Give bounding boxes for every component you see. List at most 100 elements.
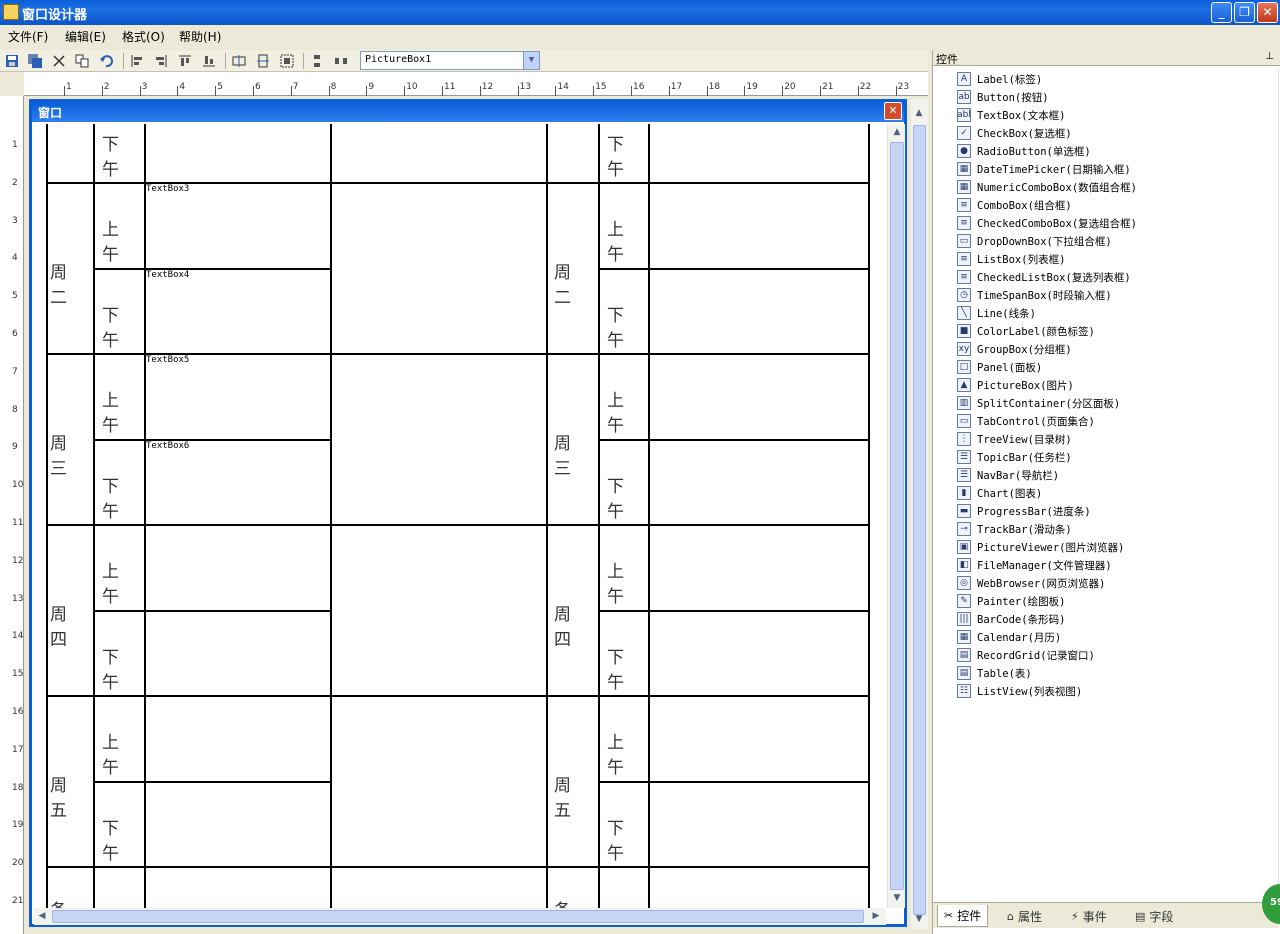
control-item[interactable]: ▦ DateTimePicker(日期输入框) <box>957 160 1131 178</box>
form-close-icon[interactable]: ✕ <box>884 102 902 120</box>
vertical-space-icon[interactable] <box>308 52 326 70</box>
control-item[interactable]: ✓ CheckBox(复选框) <box>957 124 1072 142</box>
control-item[interactable]: ||| BarCode(条形码) <box>957 610 1065 628</box>
scroll-up-icon[interactable]: ▲ <box>889 124 905 140</box>
tab-properties[interactable]: ⌂ 属性 <box>1001 905 1048 927</box>
table-gridline <box>46 866 870 868</box>
scroll-down-icon[interactable]: ▼ <box>889 890 905 906</box>
control-item[interactable]: ▭ TabControl(页面集合) <box>957 412 1095 430</box>
menu-format[interactable]: 格式(O) <box>122 28 165 45</box>
control-item[interactable]: ⊸ TrackBar(滑动条) <box>957 520 1072 538</box>
design-form[interactable]: 窗口 ✕ 下午 下午 周二 周二 上午 下午 上午 下午 周三 周三 上午 下午 上午 下午 周四 周四 上午下… <box>29 99 907 927</box>
control-item[interactable]: ☷ ListView(列表视图) <box>957 682 1082 700</box>
control-item[interactable]: A Label(标签) <box>957 70 1042 88</box>
copy-icon[interactable] <box>73 52 91 70</box>
control-type-icon: ▤ <box>957 648 971 662</box>
control-item[interactable]: ▦ Calendar(月历) <box>957 628 1061 646</box>
control-item[interactable]: ☰ NavBar(导航栏) <box>957 466 1059 484</box>
scroll-right-icon[interactable]: ▶ <box>868 908 884 924</box>
control-item[interactable]: ab Button(按钮) <box>957 88 1049 106</box>
scroll-thumb[interactable] <box>52 910 864 923</box>
same-size-icon[interactable] <box>278 52 296 70</box>
control-item-label: BarCode(条形码) <box>977 613 1066 626</box>
same-width-icon[interactable] <box>254 52 272 70</box>
textbox-control[interactable]: TextBox4 <box>146 270 189 280</box>
menu-help[interactable]: 帮助(H) <box>179 28 221 45</box>
control-item[interactable]: xy GroupBox(分组框) <box>957 340 1072 358</box>
save-icon[interactable] <box>3 52 21 70</box>
scroll-thumb[interactable] <box>913 125 926 915</box>
control-item[interactable]: ☰ TopicBar(任务栏) <box>957 448 1072 466</box>
control-item[interactable]: abl TextBox(文本框) <box>957 106 1065 124</box>
control-item[interactable]: ◷ TimeSpanBox(时段输入框) <box>957 286 1112 304</box>
control-item[interactable]: ▦ NumericComboBox(数值组合框) <box>957 178 1137 196</box>
tab-controls[interactable]: ✂ 控件 <box>937 905 989 927</box>
control-item[interactable]: ⋮ TreeView(目录树) <box>957 430 1072 448</box>
control-item[interactable]: ◧ FileManager(文件管理器) <box>957 556 1112 574</box>
control-item-label: Button(按钮) <box>977 91 1049 104</box>
scroll-up-icon[interactable]: ▲ <box>911 105 927 121</box>
control-item[interactable]: ✎ Painter(绘图板) <box>957 592 1065 610</box>
form-vertical-scrollbar[interactable]: ▲ ▼ <box>887 124 905 908</box>
control-item[interactable]: ╲ Line(线条) <box>957 304 1036 322</box>
align-right-icon[interactable] <box>152 52 170 70</box>
scroll-left-icon[interactable]: ◀ <box>34 908 50 924</box>
save-all-icon[interactable] <box>26 52 44 70</box>
textbox-control[interactable]: TextBox3 <box>146 184 189 194</box>
close-button[interactable]: ✕ <box>1257 2 1278 23</box>
tab-label: 字段 <box>1149 909 1174 924</box>
vertical-ruler: 1 2 3 4 5 6 7 8 9 10 11 12 13 14 15 16 17 18 19 20 21 <box>0 96 24 934</box>
control-item[interactable]: ≡ ListBox(列表框) <box>957 250 1065 268</box>
ruler-tick <box>215 86 217 96</box>
control-item[interactable]: ▲ PictureBox(图片) <box>957 376 1074 394</box>
ruler-tick <box>139 86 141 96</box>
control-selector[interactable]: PictureBox1 ▼ <box>360 51 540 70</box>
control-item-label: TabControl(页面集合) <box>977 415 1095 428</box>
minimize-button[interactable]: _ <box>1211 2 1232 23</box>
control-item[interactable]: ◎ WebBrowser(网页浏览器) <box>957 574 1105 592</box>
chevron-down-icon[interactable]: ▼ <box>523 52 539 69</box>
control-item[interactable]: ≡ ComboBox(组合框) <box>957 196 1072 214</box>
control-item[interactable]: ● RadioButton(单选框) <box>957 142 1091 160</box>
control-item[interactable]: ▤ Table(表) <box>957 664 1032 682</box>
control-item[interactable]: ▥ SplitContainer(分区面板) <box>957 394 1120 412</box>
form-canvas[interactable]: 下午 下午 周二 周二 上午 下午 上午 下午 周三 周三 上午 下午 上午 下午 周四 周四 上午 下午 上午 下午… <box>34 124 884 908</box>
textbox-control[interactable]: TextBox6 <box>146 441 189 451</box>
control-item[interactable]: ■ ColorLabel(颜色标签) <box>957 322 1095 340</box>
pin-icon[interactable]: ⊥ <box>1265 51 1274 62</box>
scroll-thumb[interactable] <box>890 142 904 890</box>
align-bottom-icon[interactable] <box>200 52 218 70</box>
textbox-control[interactable]: TextBox5 <box>146 355 189 365</box>
control-item[interactable]: ▭ DropDownBox(下拉组合框) <box>957 232 1112 250</box>
tab-events[interactable]: ⚡ 事件 <box>1065 905 1113 927</box>
control-type-icon: ╲ <box>957 306 971 320</box>
ruler-tick <box>479 86 481 96</box>
restore-button[interactable]: ❐ <box>1234 2 1255 23</box>
menu-bar: 文件(F) 编辑(E) 格式(O) 帮助(H) <box>0 25 1280 47</box>
control-item[interactable]: □ Panel(面板) <box>957 358 1042 376</box>
control-item[interactable]: ▣ PictureViewer(图片浏览器) <box>957 538 1124 556</box>
horizontal-space-icon[interactable] <box>332 52 350 70</box>
pm-label: 下午 <box>607 477 624 522</box>
align-left-icon[interactable] <box>128 52 146 70</box>
same-height-icon[interactable] <box>230 52 248 70</box>
cut-icon[interactable] <box>50 52 68 70</box>
menu-edit[interactable]: 编辑(E) <box>65 28 106 45</box>
undo-icon[interactable] <box>97 52 115 70</box>
menu-file[interactable]: 文件(F) <box>8 28 48 45</box>
control-item[interactable]: ▬ ProgressBar(进度条) <box>957 502 1091 520</box>
am-label: 上午 <box>607 220 624 265</box>
align-top-icon[interactable] <box>176 52 194 70</box>
control-item[interactable]: ▮ Chart(图表) <box>957 484 1042 502</box>
tab-fields[interactable]: ▤ 字段 <box>1129 905 1179 927</box>
control-type-icon: ▭ <box>957 414 971 428</box>
control-item[interactable]: ▤ RecordGrid(记录窗口) <box>957 646 1095 664</box>
panel-header: 控件 ⊥ <box>933 50 1280 66</box>
control-item[interactable]: ≡ CheckedListBox(复选列表框) <box>957 268 1131 286</box>
scroll-down-icon[interactable]: ▼ <box>911 911 927 927</box>
ruler-tick-label: 11 <box>12 518 24 528</box>
control-item[interactable]: ≡ CheckedComboBox(复选组合框) <box>957 214 1137 232</box>
form-horizontal-scrollbar[interactable]: ◀ ▶ <box>34 908 886 925</box>
ruler-tick-label: 3 <box>12 215 18 226</box>
designer-vertical-scrollbar[interactable]: ▲ ▼ <box>911 99 928 929</box>
